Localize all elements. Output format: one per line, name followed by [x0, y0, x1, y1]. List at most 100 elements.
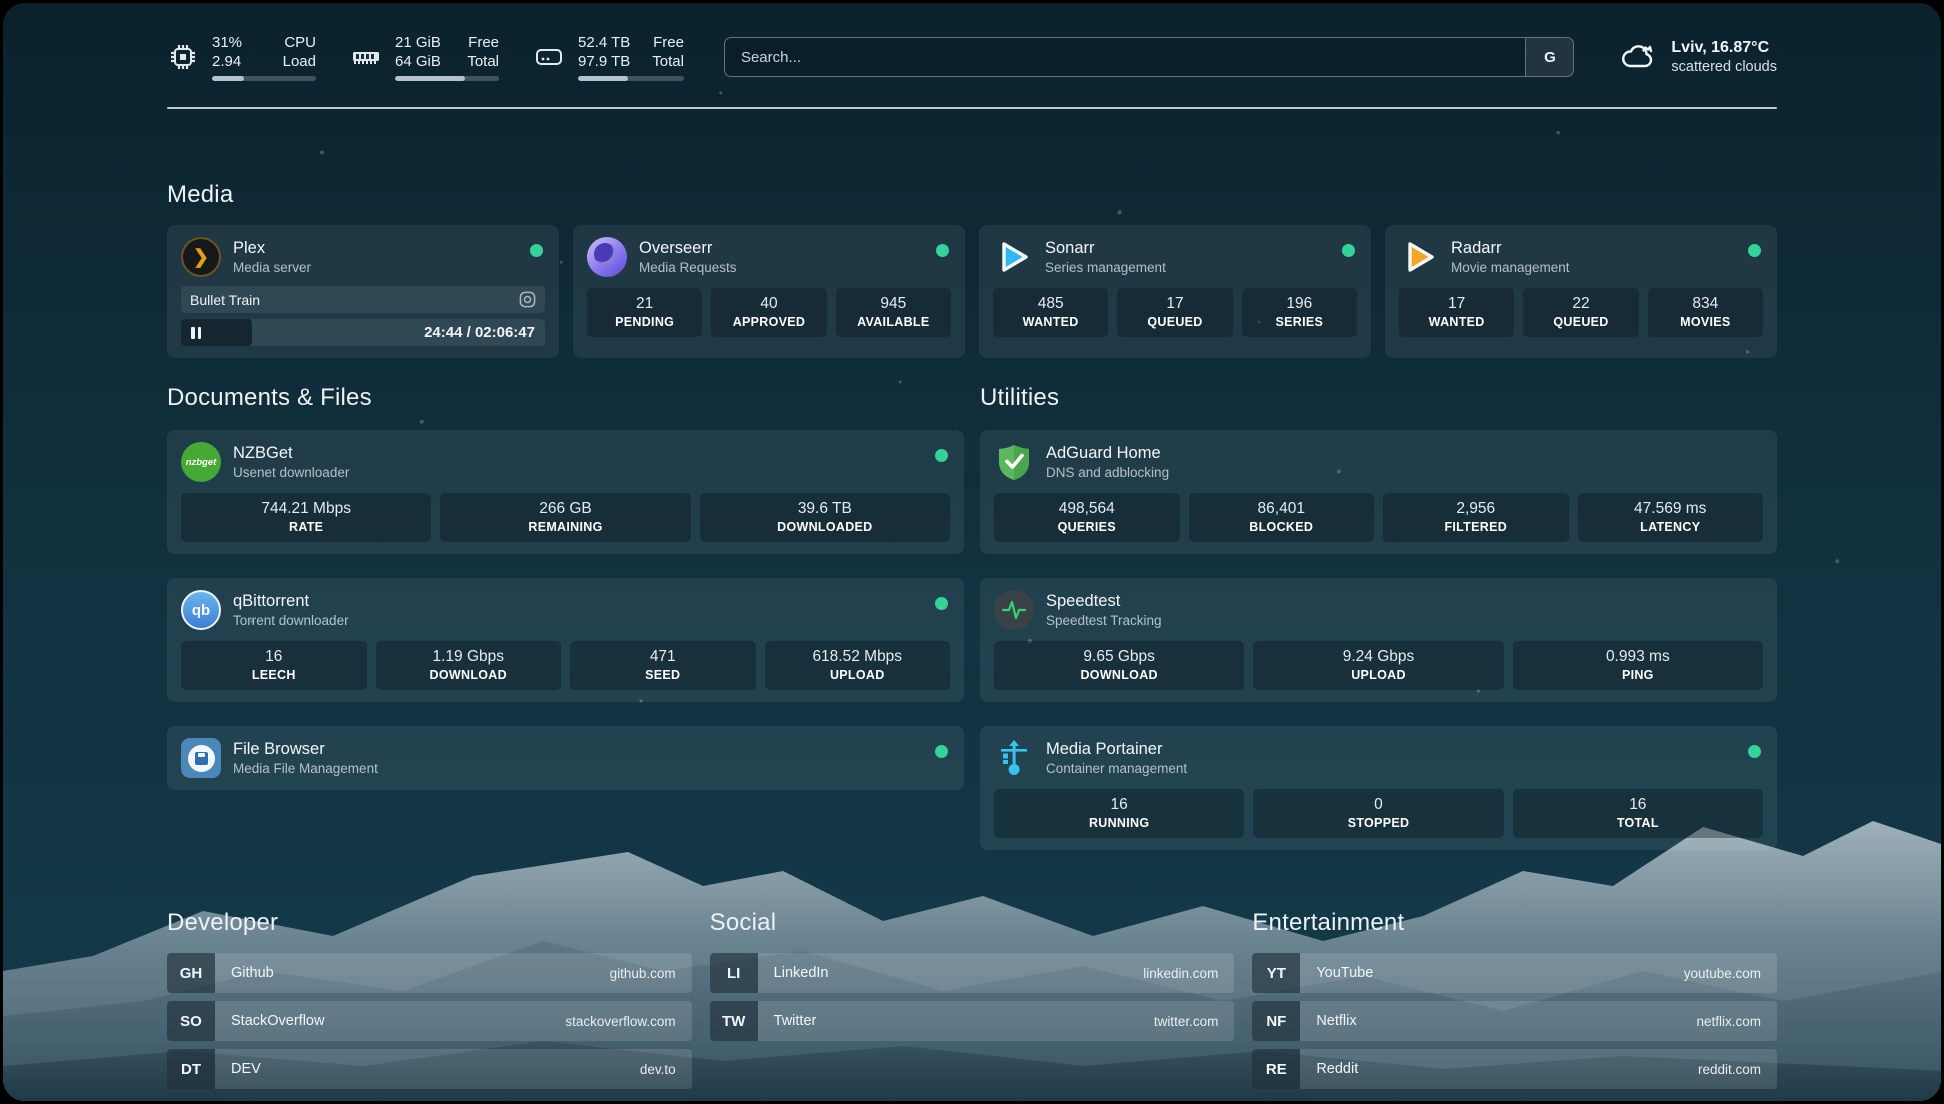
bookmark-name: Netflix	[1300, 1001, 1696, 1041]
stat-upload: 9.24 Gbps UPLOAD	[1253, 641, 1503, 690]
service-card-plex[interactable]: ❯ Plex Media server Bullet Train	[167, 225, 559, 358]
stat-upload: 618.52 Mbps UPLOAD	[765, 641, 951, 690]
memory-free-label: Free	[467, 33, 499, 52]
memory-total-value: 64 GiB	[395, 52, 441, 71]
disk-free-value: 52.4 TB	[578, 33, 630, 52]
stat-available: 945 AVAILABLE	[836, 288, 951, 337]
service-description: Torrent downloader	[233, 612, 349, 629]
disk-free-label: Free	[652, 33, 684, 52]
bookmark-name: DEV	[215, 1049, 640, 1089]
status-dot	[1342, 244, 1355, 257]
cpu-percent: 31%	[212, 33, 242, 52]
service-name: qBittorrent	[233, 591, 349, 612]
section-title-documents: Documents & Files	[167, 384, 964, 412]
service-card-radarr[interactable]: Radarr Movie management 17 WANTED 22 QUE…	[1385, 225, 1777, 358]
memory-widget: 21 GiB 64 GiB Free Total	[350, 33, 499, 81]
service-description: Container management	[1046, 760, 1187, 777]
service-card-sonarr[interactable]: Sonarr Series management 485 WANTED 17 Q…	[979, 225, 1371, 358]
header-divider	[167, 107, 1777, 109]
bookmark-abbr: TW	[710, 1001, 758, 1041]
section-title-developer: Developer	[167, 909, 692, 937]
service-name: Media Portainer	[1046, 739, 1187, 760]
cpu-icon	[167, 41, 199, 73]
bookmark-url: stackoverflow.com	[565, 1001, 691, 1041]
service-card-qbittorrent[interactable]: qb qBittorrent Torrent downloader 16 LEE…	[167, 578, 964, 702]
memory-free-value: 21 GiB	[395, 33, 441, 52]
service-card-overseerr[interactable]: Overseerr Media Requests 21 PENDING 40 A…	[573, 225, 965, 358]
memory-total-label: Total	[467, 52, 499, 71]
stat-queued: 17 QUEUED	[1117, 288, 1232, 337]
bookmark-abbr: YT	[1252, 953, 1300, 993]
bookmark-stackoverflow[interactable]: SO StackOverflow stackoverflow.com	[167, 1001, 692, 1041]
service-description: Movie management	[1451, 259, 1570, 276]
service-description: Media File Management	[233, 760, 378, 777]
bookmark-netflix[interactable]: NF Netflix netflix.com	[1252, 1001, 1777, 1041]
service-description: Media server	[233, 259, 311, 276]
bookmark-name: LinkedIn	[758, 953, 1144, 993]
weather-widget: Lviv, 16.87°C scattered clouds	[1618, 37, 1777, 77]
stat-download: 1.19 Gbps DOWNLOAD	[376, 641, 562, 690]
bookmark-abbr: DT	[167, 1049, 215, 1089]
disk-progress-fill	[578, 76, 628, 81]
memory-progress-fill	[395, 76, 465, 81]
cpu-progress-track	[212, 76, 316, 81]
service-name: File Browser	[233, 739, 378, 760]
disk-total-label: Total	[652, 52, 684, 71]
bookmark-dev[interactable]: DT DEV dev.to	[167, 1049, 692, 1089]
qbittorrent-icon: qb	[181, 590, 221, 630]
search-provider-button[interactable]: G	[1525, 38, 1573, 76]
nzbget-icon: nzbget	[181, 442, 221, 482]
service-card-filebrowser[interactable]: File Browser Media File Management	[167, 726, 964, 790]
stat-total: 16 TOTAL	[1513, 789, 1763, 838]
portainer-icon	[994, 738, 1034, 778]
pause-icon	[191, 327, 201, 339]
stat-downloaded: 39.6 TB DOWNLOADED	[700, 493, 950, 542]
service-card-portainer[interactable]: Media Portainer Container management 16 …	[980, 726, 1777, 850]
bookmark-url: github.com	[610, 953, 692, 993]
status-dot	[935, 597, 948, 610]
bookmark-reddit[interactable]: RE Reddit reddit.com	[1252, 1049, 1777, 1089]
status-dot	[935, 745, 948, 758]
stat-download: 9.65 Gbps DOWNLOAD	[994, 641, 1244, 690]
memory-icon	[350, 41, 382, 73]
now-playing-row: Bullet Train	[181, 286, 545, 313]
stat-wanted: 17 WANTED	[1399, 288, 1514, 337]
bookmark-github[interactable]: GH Github github.com	[167, 953, 692, 993]
section-title-utilities: Utilities	[980, 384, 1777, 412]
service-card-nzbget[interactable]: nzbget NZBGet Usenet downloader 744.21 M…	[167, 430, 964, 554]
section-title-entertainment: Entertainment	[1252, 909, 1777, 937]
bookmark-name: StackOverflow	[215, 1001, 565, 1041]
stat-movies: 834 MOVIES	[1648, 288, 1763, 337]
stat-wanted: 485 WANTED	[993, 288, 1108, 337]
service-name: AdGuard Home	[1046, 443, 1169, 464]
bookmark-abbr: GH	[167, 953, 215, 993]
search-input[interactable]	[725, 38, 1525, 76]
bookmark-name: Github	[215, 953, 610, 993]
bookmark-abbr: RE	[1252, 1049, 1300, 1089]
now-playing-title: Bullet Train	[190, 292, 519, 308]
media-grid: ❯ Plex Media server Bullet Train	[167, 225, 1777, 358]
bookmark-url: dev.to	[640, 1049, 692, 1089]
stat-latency: 47.569 ms LATENCY	[1578, 493, 1764, 542]
bookmark-abbr: NF	[1252, 1001, 1300, 1041]
disk-total-value: 97.9 TB	[578, 52, 630, 71]
bookmark-youtube[interactable]: YT YouTube youtube.com	[1252, 953, 1777, 993]
bookmark-twitter[interactable]: TW Twitter twitter.com	[710, 1001, 1235, 1041]
service-description: Usenet downloader	[233, 464, 349, 481]
bookmark-url: linkedin.com	[1143, 953, 1234, 993]
stat-stopped: 0 STOPPED	[1253, 789, 1503, 838]
resource-widgets: 31% 2.94 CPU Load	[167, 33, 684, 81]
stat-rate: 744.21 Mbps RATE	[181, 493, 431, 542]
service-card-adguard[interactable]: AdGuard Home DNS and adblocking 498,564 …	[980, 430, 1777, 554]
cloud-icon	[1618, 37, 1658, 77]
top-bar: 31% 2.94 CPU Load	[167, 33, 1777, 81]
service-description: Speedtest Tracking	[1046, 612, 1162, 629]
service-description: Media Requests	[639, 259, 737, 276]
sonarr-icon	[993, 237, 1033, 277]
bookmark-url: youtube.com	[1684, 953, 1777, 993]
service-card-speedtest[interactable]: Speedtest Speedtest Tracking 9.65 Gbps D…	[980, 578, 1777, 702]
cpu-progress-fill	[212, 76, 244, 81]
disk-icon	[533, 41, 565, 73]
bookmark-linkedin[interactable]: LI LinkedIn linkedin.com	[710, 953, 1235, 993]
disk-widget: 52.4 TB 97.9 TB Free Total	[533, 33, 684, 81]
